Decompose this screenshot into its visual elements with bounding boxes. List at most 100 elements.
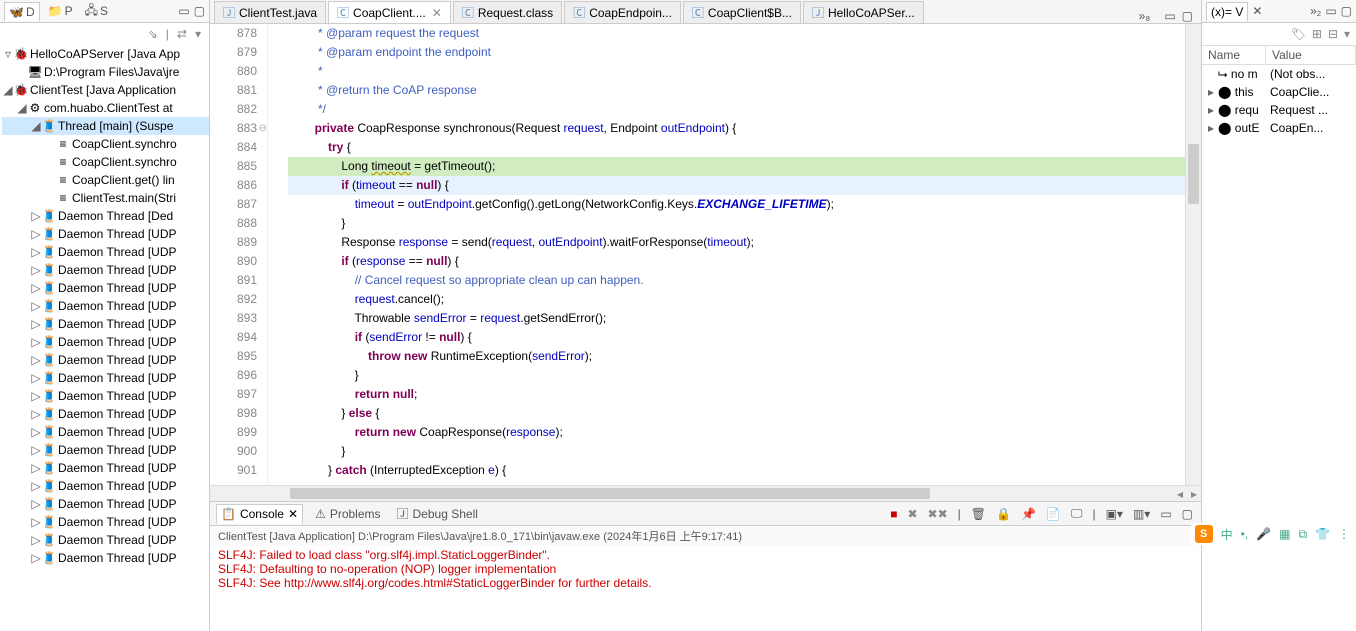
tab-debug[interactable]: 🦋 D	[4, 2, 40, 21]
maximize-icon[interactable]: ▢	[194, 4, 205, 18]
tree-row[interactable]: ▿🐞HelloCoAPServer [Java App	[2, 45, 209, 63]
minimize-icon[interactable]: ▭	[1158, 507, 1173, 521]
editor-tab-hellocoapserver[interactable]: 🄹HelloCoAPSer...	[803, 1, 924, 23]
collapse-all-button[interactable]: ⊟	[1328, 27, 1338, 41]
tree-row[interactable]: ▷🧵Daemon Thread [UDP	[2, 495, 209, 513]
console-output[interactable]: SLF4J: Failed to load class "org.slf4j.i…	[210, 546, 1201, 631]
ime-toolbar[interactable]: S 中 •, 🎤 ▦ ⧉ 👕 ⋮	[1191, 523, 1354, 545]
tree-row[interactable]: ▷🧵Daemon Thread [UDP	[2, 315, 209, 333]
tree-row[interactable]: ▷🧵Daemon Thread [UDP	[2, 243, 209, 261]
tree-row[interactable]: ▷🧵Daemon Thread [UDP	[2, 279, 209, 297]
pin-console-button[interactable]: 📌	[1019, 507, 1038, 521]
tree-row[interactable]: ▷🧵Daemon Thread [UDP	[2, 369, 209, 387]
tree-row[interactable]: ▷🧵Daemon Thread [UDP	[2, 423, 209, 441]
tree-row[interactable]: ▷🧵Daemon Thread [UDP	[2, 405, 209, 423]
col-value[interactable]: Value	[1266, 46, 1356, 64]
editor-tab-coapclientb[interactable]: 🄲CoapClient$B...	[683, 1, 801, 23]
col-name[interactable]: Name	[1202, 46, 1266, 64]
tree-row[interactable]: ≡CoapClient.get() lin	[2, 171, 209, 189]
editor-tab-coapclient[interactable]: 🄲CoapClient....✕	[328, 1, 451, 23]
show-console-button[interactable]: 🖵	[1069, 506, 1085, 521]
tree-label: Daemon Thread [UDP	[58, 533, 177, 547]
tab-console[interactable]: 📋 Console ✕	[216, 504, 303, 524]
scrollbar-thumb[interactable]	[290, 488, 930, 499]
tree-row[interactable]: ≡CoapClient.synchro	[2, 153, 209, 171]
editor-tab-coapendpoint[interactable]: 🄲CoapEndpoin...	[564, 1, 681, 23]
tree-row[interactable]: ◢🧵Thread [main] (Suspe	[2, 117, 209, 135]
tree-row[interactable]: ▷🧵Daemon Thread [UDP	[2, 441, 209, 459]
editor-tab-request[interactable]: 🄲Request.class	[453, 1, 562, 23]
display-selected-button[interactable]: 📄	[1044, 507, 1063, 521]
collapse-icon[interactable]: ⇘	[148, 27, 158, 41]
editor-tab-clienttest[interactable]: 🄹ClientTest.java	[214, 1, 326, 23]
horizontal-scrollbar[interactable]: ◂▸	[210, 485, 1201, 501]
code-content[interactable]: * @param request the request * @param en…	[268, 24, 1185, 485]
tab-package[interactable]: 📁 P	[44, 2, 77, 20]
ime-menu-button[interactable]: ⋮	[1338, 527, 1350, 541]
code-editor[interactable]: 8788798808818828838848858868878888898908…	[210, 24, 1201, 485]
ime-tool-button[interactable]: 👕	[1315, 527, 1330, 541]
tree-row[interactable]: ▷🧵Daemon Thread [Ded	[2, 207, 209, 225]
tree-row[interactable]: ▷🧵Daemon Thread [UDP	[2, 549, 209, 567]
tree-row[interactable]: ▷🧵Daemon Thread [UDP	[2, 387, 209, 405]
tab-variables[interactable]: (x)= V	[1206, 2, 1248, 21]
new-console-button[interactable]: ▥▾	[1131, 507, 1152, 521]
debug-tree[interactable]: ▿🐞HelloCoAPServer [Java App🖥D:\Program F…	[0, 45, 209, 631]
ime-logo-icon[interactable]: S	[1195, 525, 1213, 543]
tree-row[interactable]: ▷🧵Daemon Thread [UDP	[2, 225, 209, 243]
tree-row[interactable]: 🖥D:\Program Files\Java\jre	[2, 63, 209, 81]
variable-row[interactable]: ▸⬤ thisCoapClie...	[1202, 83, 1356, 101]
close-icon[interactable]: ✕	[1252, 4, 1262, 18]
scroll-right-icon[interactable]: ▸	[1191, 487, 1197, 501]
minimize-icon[interactable]: ▭	[1325, 4, 1336, 18]
ime-keyboard-button[interactable]: ▦	[1279, 527, 1290, 541]
ime-punct-button[interactable]: •,	[1241, 527, 1249, 541]
tree-row[interactable]: ≡CoapClient.synchro	[2, 135, 209, 153]
variables-list[interactable]: ⮡ no m(Not obs...▸⬤ thisCoapClie...▸⬤ re…	[1202, 65, 1356, 631]
view-menu-icon[interactable]: ▾	[195, 27, 201, 41]
clear-console-button[interactable]: 🗑	[969, 507, 988, 521]
scrollbar-thumb[interactable]	[1188, 144, 1199, 204]
tree-row[interactable]: ▷🧵Daemon Thread [UDP	[2, 297, 209, 315]
show-logical-button[interactable]: ⊞	[1312, 27, 1322, 41]
tree-row[interactable]: ▷🧵Daemon Thread [UDP	[2, 261, 209, 279]
variable-row[interactable]: ▸⬤ outECoapEn...	[1202, 119, 1356, 137]
ime-voice-button[interactable]: 🎤	[1256, 527, 1271, 541]
tree-row[interactable]: ◢🐞ClientTest [Java Application	[2, 81, 209, 99]
more-views-button[interactable]: »₂	[1310, 4, 1321, 18]
tree-row[interactable]: ≡ClientTest.main(Stri	[2, 189, 209, 207]
link-icon[interactable]: ⇄	[177, 27, 187, 41]
tree-row[interactable]: ◢⚙com.huabo.ClientTest at	[2, 99, 209, 117]
tree-row[interactable]: ▷🧵Daemon Thread [UDP	[2, 477, 209, 495]
open-console-button[interactable]: ▣▾	[1104, 507, 1125, 521]
vertical-scrollbar[interactable]	[1185, 24, 1201, 485]
maximize-editor-icon[interactable]: ▢	[1182, 9, 1193, 23]
tab-problems[interactable]: ⚠ Problems	[311, 505, 384, 523]
variable-row[interactable]: ⮡ no m(Not obs...	[1202, 65, 1356, 83]
more-tabs-button[interactable]: »₈	[1133, 9, 1157, 23]
tab-servers[interactable]: 🖧 S	[81, 0, 112, 24]
minimize-icon[interactable]: ▭	[178, 4, 189, 18]
maximize-icon[interactable]: ▢	[1180, 507, 1195, 521]
minimize-editor-icon[interactable]: ▭	[1164, 9, 1175, 23]
tree-row[interactable]: ▷🧵Daemon Thread [UDP	[2, 459, 209, 477]
tree-row[interactable]: ▷🧵Daemon Thread [UDP	[2, 333, 209, 351]
tree-row[interactable]: ▷🧵Daemon Thread [UDP	[2, 351, 209, 369]
close-tab-icon[interactable]: ✕	[432, 6, 442, 20]
maximize-icon[interactable]: ▢	[1341, 4, 1352, 18]
variable-row[interactable]: ▸⬤ requRequest ...	[1202, 101, 1356, 119]
remove-all-button[interactable]: ✖✖	[926, 507, 950, 521]
scroll-lock-button[interactable]: 🔒	[994, 507, 1013, 521]
tab-debug-shell[interactable]: 🄹 Debug Shell	[393, 503, 482, 524]
tree-row[interactable]: ▷🧵Daemon Thread [UDP	[2, 531, 209, 549]
scroll-left-icon[interactable]: ◂	[1177, 487, 1183, 501]
tree-row[interactable]: ▷🧵Daemon Thread [UDP	[2, 513, 209, 531]
view-menu-icon[interactable]: ▾	[1344, 27, 1350, 41]
ime-lang-button[interactable]: 中	[1221, 526, 1233, 543]
close-icon[interactable]: ✕	[288, 507, 298, 521]
line-number-gutter[interactable]: 8788798808818828838848858868878888898908…	[210, 24, 268, 485]
remove-launch-button[interactable]: ✖	[905, 507, 919, 521]
show-type-names-button[interactable]: 🏷	[1291, 27, 1306, 41]
ime-skin-button[interactable]: ⧉	[1298, 527, 1307, 542]
terminate-button[interactable]: ■	[888, 507, 899, 521]
